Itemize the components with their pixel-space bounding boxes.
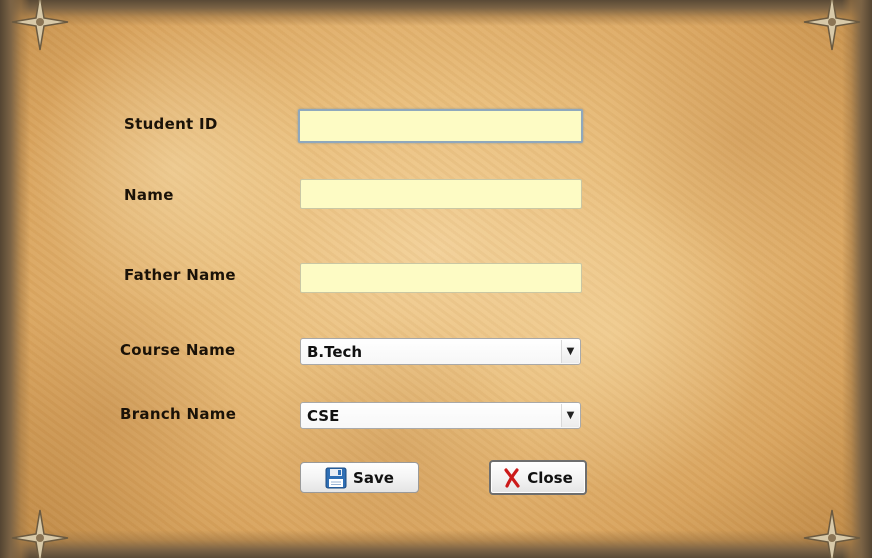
course-name-label: Course Name xyxy=(120,341,236,359)
student-id-label: Student ID xyxy=(124,115,218,133)
floppy-disk-icon xyxy=(325,467,347,489)
close-button[interactable]: Close xyxy=(489,460,587,495)
burnt-edge-right xyxy=(842,0,872,558)
chevron-down-icon[interactable]: ▼ xyxy=(561,404,579,427)
name-input[interactable] xyxy=(300,179,582,209)
close-button-label: Close xyxy=(527,468,573,487)
father-name-label: Father Name xyxy=(124,266,236,284)
branch-name-selected-value: CSE xyxy=(307,407,340,425)
burnt-edge-left xyxy=(0,0,30,558)
compass-star-icon xyxy=(8,0,72,54)
save-button-label: Save xyxy=(353,468,394,487)
branch-name-select[interactable]: CSE ▼ xyxy=(300,402,581,429)
red-x-icon xyxy=(503,467,521,488)
student-id-input[interactable] xyxy=(298,109,583,143)
compass-star-icon xyxy=(800,506,864,558)
course-name-selected-value: B.Tech xyxy=(307,343,363,361)
course-name-select[interactable]: B.Tech ▼ xyxy=(300,338,581,365)
form-window: Student ID Name Father Name Course Name … xyxy=(0,0,872,558)
compass-star-icon xyxy=(800,0,864,54)
father-name-input[interactable] xyxy=(300,263,582,293)
burnt-edge-top xyxy=(0,0,872,26)
branch-name-label: Branch Name xyxy=(120,405,237,423)
name-label: Name xyxy=(124,186,174,204)
save-button[interactable]: Save xyxy=(300,462,419,493)
compass-star-icon xyxy=(8,506,72,558)
burnt-edge-bottom xyxy=(0,530,872,558)
chevron-down-icon[interactable]: ▼ xyxy=(561,340,579,363)
